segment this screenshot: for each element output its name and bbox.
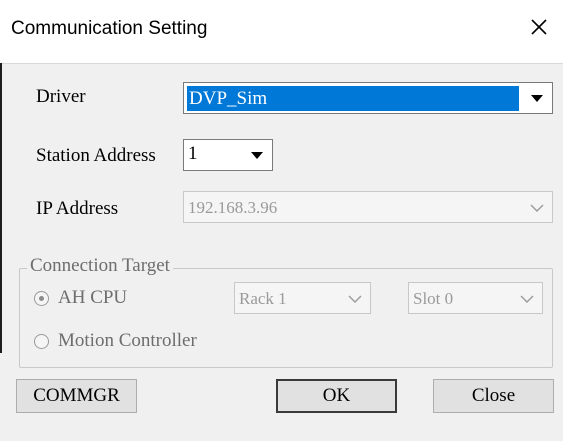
rack-select: Rack 1 [234,282,371,314]
ah-cpu-label: AH CPU [58,287,128,308]
station-address-value: 1 [188,143,198,164]
slot-value: Slot 0 [413,289,454,308]
chevron-down-icon [522,192,552,222]
ip-address-label: IP Address [36,198,119,219]
ok-button[interactable]: OK [276,379,397,413]
motion-controller-label: Motion Controller [58,330,197,351]
close-button[interactable]: Close [433,379,554,413]
ip-address-value: 192.168.3.96 [188,198,278,217]
driver-label: Driver [36,86,86,107]
station-address-label: Station Address [36,145,156,166]
ip-address-select: 192.168.3.96 [183,191,553,223]
commgr-button[interactable]: COMMGR [16,379,137,413]
chevron-down-icon [512,283,542,313]
connection-target-title: Connection Target [27,255,173,277]
driver-select[interactable]: DVP_Sim [183,82,553,114]
window-title: Communication Setting [11,18,208,39]
chevron-down-icon [340,283,370,313]
title-bar: Communication Setting [0,0,563,64]
rack-value: Rack 1 [239,289,287,308]
motion-controller-radio [34,334,49,349]
chevron-down-icon[interactable] [522,83,552,113]
close-window-icon[interactable] [526,14,552,40]
ah-cpu-radio [34,291,49,306]
driver-selected-value: DVP_Sim [187,86,519,111]
window-edge [0,63,2,353]
radio-selected-dot-icon [39,296,44,301]
slot-select: Slot 0 [408,282,543,314]
station-address-select[interactable]: 1 [183,139,273,171]
chevron-down-icon[interactable] [242,140,272,170]
